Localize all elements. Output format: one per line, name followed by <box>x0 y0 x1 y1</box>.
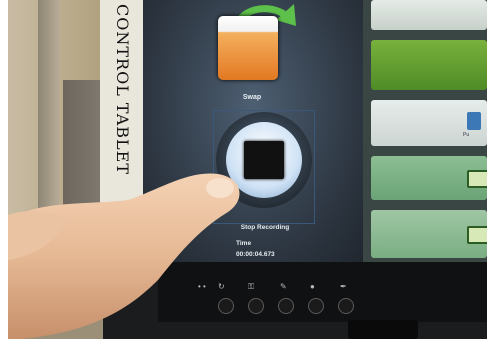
panel-button-2[interactable] <box>371 40 487 90</box>
hw-pen-icon: ✒ <box>340 282 347 291</box>
hw-button-4[interactable] <box>308 298 324 314</box>
panel-button-3-label: Pu <box>463 132 470 138</box>
pointing-finger <box>8 173 240 339</box>
swap-button[interactable] <box>218 16 278 80</box>
hw-info-icon: ● <box>310 282 315 291</box>
device-side-label: CONTROL TABLET <box>113 4 132 175</box>
hw-tool-icon: ✎ <box>280 282 287 291</box>
monitor-icon <box>467 170 487 188</box>
hw-button-5[interactable] <box>338 298 354 314</box>
pin-icon <box>467 112 481 130</box>
monitor-icon <box>467 226 487 244</box>
panel-button-1[interactable] <box>371 0 487 30</box>
panel-button-5[interactable] <box>371 210 487 258</box>
photograph: CONTROL TABLET Pu Swap Stop Recording Ti… <box>8 0 487 339</box>
panel-button-4[interactable] <box>371 156 487 200</box>
panel-button-3[interactable]: Pu <box>371 100 487 146</box>
right-button-panel: Pu <box>363 0 487 262</box>
tablet-hinge <box>348 320 418 339</box>
hw-button-3[interactable] <box>278 298 294 314</box>
swap-label: Swap <box>242 94 262 101</box>
photo-scene: CONTROL TABLET Pu Swap Stop Recording Ti… <box>0 0 487 339</box>
